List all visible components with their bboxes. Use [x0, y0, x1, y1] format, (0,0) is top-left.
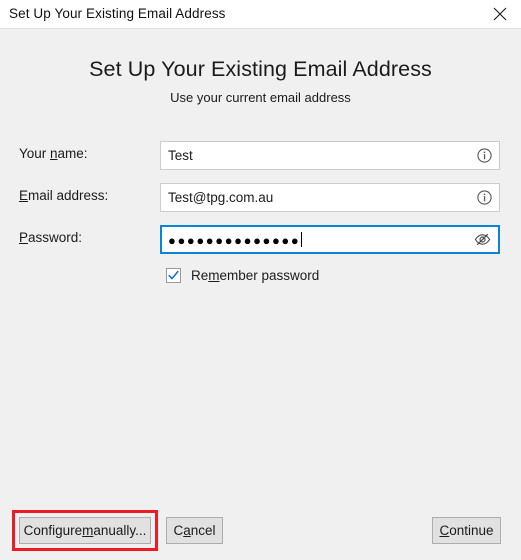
close-button[interactable]: [479, 0, 521, 28]
page-subtitle: Use your current email address: [170, 90, 351, 105]
close-icon: [493, 7, 507, 21]
form-row-password: Password: ●●●●●●●●●●●●●●: [0, 225, 521, 254]
cancel-button[interactable]: Ca ncel: [166, 517, 223, 544]
info-icon[interactable]: [477, 184, 492, 211]
remember-password-checkbox[interactable]: [166, 267, 181, 283]
form-row-email: Email address: Test@tpg.com.au: [0, 183, 521, 212]
email-input[interactable]: Test@tpg.com.au: [168, 184, 465, 211]
name-field-wrapper[interactable]: Test: [160, 141, 500, 170]
password-input[interactable]: ●●●●●●●●●●●●●●: [168, 227, 464, 252]
info-icon[interactable]: [477, 142, 492, 169]
password-field-wrapper[interactable]: ●●●●●●●●●●●●●●: [160, 225, 500, 254]
label-your-name: Your name:: [19, 146, 88, 161]
email-setup-dialog: Set Up Your Existing Email Address Set U…: [0, 0, 521, 560]
name-input[interactable]: Test: [168, 142, 465, 169]
remember-password-label: Remember password: [191, 267, 320, 283]
title-bar: Set Up Your Existing Email Address: [0, 0, 521, 29]
eye-slash-icon[interactable]: [474, 227, 491, 252]
page-title: Set Up Your Existing Email Address: [89, 57, 432, 81]
text-caret: [301, 232, 303, 247]
configure-manually-button[interactable]: Configure m anually...: [19, 517, 151, 544]
window-title: Set Up Your Existing Email Address: [9, 6, 226, 21]
remember-password-row[interactable]: Remember password: [166, 266, 319, 284]
label-password: Password:: [19, 230, 83, 245]
password-masked-value: ●●●●●●●●●●●●●●: [168, 232, 301, 248]
email-field-wrapper[interactable]: Test@tpg.com.au: [160, 183, 500, 212]
form-row-name: Your name: Test: [0, 141, 521, 170]
continue-button[interactable]: Continue: [432, 517, 501, 544]
label-email-address: Email address:: [19, 188, 109, 203]
